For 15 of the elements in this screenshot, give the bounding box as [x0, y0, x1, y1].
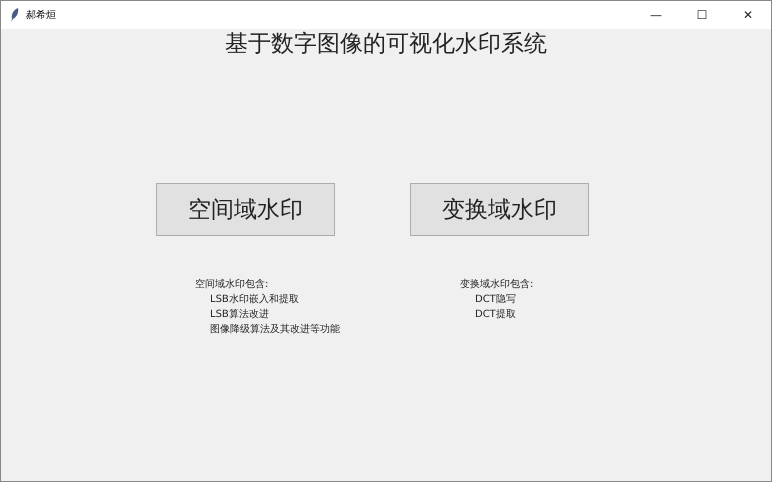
close-button[interactable]: ✕ [725, 1, 771, 29]
app-heading: 基于数字图像的可视化水印系统 [224, 31, 548, 57]
watermark-button[interactable]: 变换域水印 [410, 183, 589, 236]
description-item: LSB算法改进 [210, 308, 269, 322]
maximize-button[interactable]: ☐ [679, 1, 725, 29]
description-title: 变换域水印包含: [460, 278, 534, 292]
description-item: DCT隐写 [475, 293, 516, 307]
description-item: LSB水印嵌入和提取 [210, 292, 299, 307]
description-item: DCT提取 [475, 308, 516, 322]
description-title: 空间域水印包含: [195, 278, 268, 292]
window-title: 郝希烜 [26, 8, 57, 22]
minimize-button[interactable]: — [633, 1, 679, 29]
feather-icon [10, 8, 20, 22]
description-item: 图像降级算法及其改进等功能 [210, 322, 340, 337]
watermark-button[interactable]: 空间域水印 [156, 183, 335, 236]
